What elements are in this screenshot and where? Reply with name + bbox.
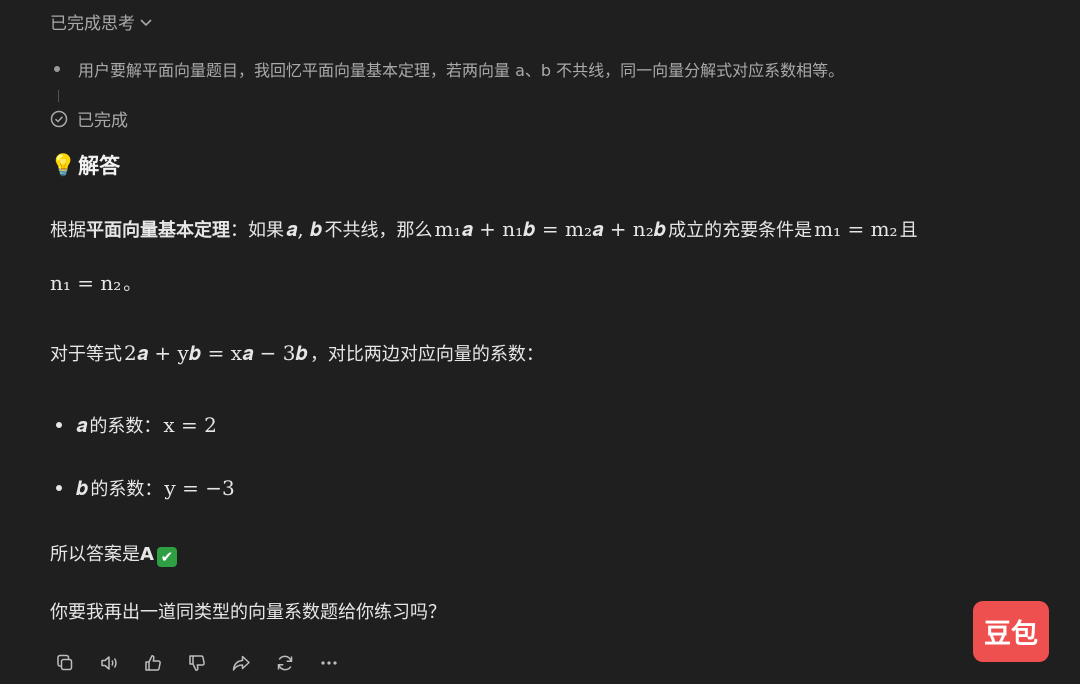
text: 根据 <box>50 220 86 241</box>
more-icon <box>321 661 337 665</box>
text: 你要我再出一道同类型的向量系数题给你练习吗？ <box>50 602 446 623</box>
share-button[interactable] <box>230 652 252 674</box>
math-expression: 2𝒂 + y𝒃 = x𝒂 − 3𝒃 <box>124 341 308 365</box>
like-button[interactable] <box>142 652 164 674</box>
check-circle-icon <box>50 110 68 127</box>
text: 不共线，那么 <box>324 220 433 241</box>
lightbulb-icon: 💡 <box>50 152 77 177</box>
thinking-status: 已完成 <box>50 106 128 131</box>
regenerate-button[interactable] <box>274 652 296 674</box>
math-expression: n₁ = n₂ <box>50 271 122 295</box>
message-toolbar <box>54 652 340 674</box>
math-expression: m₁ = m₂ <box>814 217 898 241</box>
list-item: 𝒂 的系数： x = 2 <box>56 412 219 438</box>
thinking-status-text: 已完成 <box>77 111 128 131</box>
text: ：如果 <box>230 220 284 241</box>
follow-up-question: 你要我再出一道同类型的向量系数题给你练习吗？ <box>50 598 446 624</box>
theorem-name: 平面向量基本定理 <box>86 220 230 241</box>
regenerate-icon <box>277 655 293 671</box>
thinking-toggle[interactable]: 已完成思考 <box>50 9 153 34</box>
speaker-icon <box>101 656 117 670</box>
thinking-connector <box>58 90 59 102</box>
bullet-dot <box>56 422 62 428</box>
thumbs-down-icon <box>189 655 205 671</box>
doubao-logo: 豆包 <box>973 601 1049 662</box>
more-button[interactable] <box>318 652 340 674</box>
thumbs-up-icon <box>145 655 161 671</box>
thinking-toggle-label: 已完成思考 <box>50 14 135 34</box>
conclusion-paragraph: 所以答案是 A ✔ <box>50 540 177 567</box>
bullet-dot <box>56 485 62 491</box>
read-aloud-button[interactable] <box>98 652 120 674</box>
bullet-dot <box>54 66 60 72</box>
text: 。 <box>123 274 142 295</box>
math-expression: x = 2 <box>163 413 217 437</box>
theorem-paragraph-cont: n₁ = n₂ 。 <box>50 270 141 296</box>
share-icon <box>232 655 250 671</box>
math-expression: 𝒃 <box>76 476 89 500</box>
text: 对于等式 <box>50 344 122 365</box>
logo-text: 豆包 <box>984 619 1038 650</box>
math-expression: 𝒂, 𝒃 <box>286 217 323 241</box>
dislike-button[interactable] <box>186 652 208 674</box>
math-expression: m₁𝒂 + n₁𝒃 = m₂𝒂 + n₂𝒃 <box>434 217 667 241</box>
text: 所以答案是 <box>50 544 140 565</box>
equation-paragraph: 对于等式 2𝒂 + y𝒃 = x𝒂 − 3𝒃 ，对比两边对应向量的系数： <box>50 340 544 366</box>
check-mark-icon: ✔ <box>156 547 177 567</box>
thinking-summary-text: 用户要解平面向量题目，我回忆平面向量基本定理，若两向量 a、b 不共线，同一向量… <box>78 61 845 80</box>
answer-heading: 💡 解答 <box>50 150 120 180</box>
thinking-summary: 用户要解平面向量题目，我回忆平面向量基本定理，若两向量 a、b 不共线，同一向量… <box>54 57 844 81</box>
copy-button[interactable] <box>54 652 76 674</box>
chevron-down-icon <box>140 18 152 26</box>
text: ，对比两边对应向量的系数： <box>309 344 544 365</box>
answer-choice: A <box>140 544 154 565</box>
text: 的系数： <box>90 479 163 500</box>
math-expression: y = −3 <box>164 476 235 500</box>
text: 成立的充要条件是 <box>668 220 813 241</box>
list-item: 𝒃 的系数： y = −3 <box>56 475 237 501</box>
text: 且 <box>899 220 918 241</box>
math-expression: 𝒂 <box>76 413 88 437</box>
copy-icon <box>57 654 73 671</box>
text: 的系数： <box>89 416 162 437</box>
theorem-paragraph: 根据 平面向量基本定理 ：如果 𝒂, 𝒃 不共线，那么 m₁𝒂 + n₁𝒃 = … <box>50 216 918 242</box>
answer-heading-text: 解答 <box>78 154 121 178</box>
